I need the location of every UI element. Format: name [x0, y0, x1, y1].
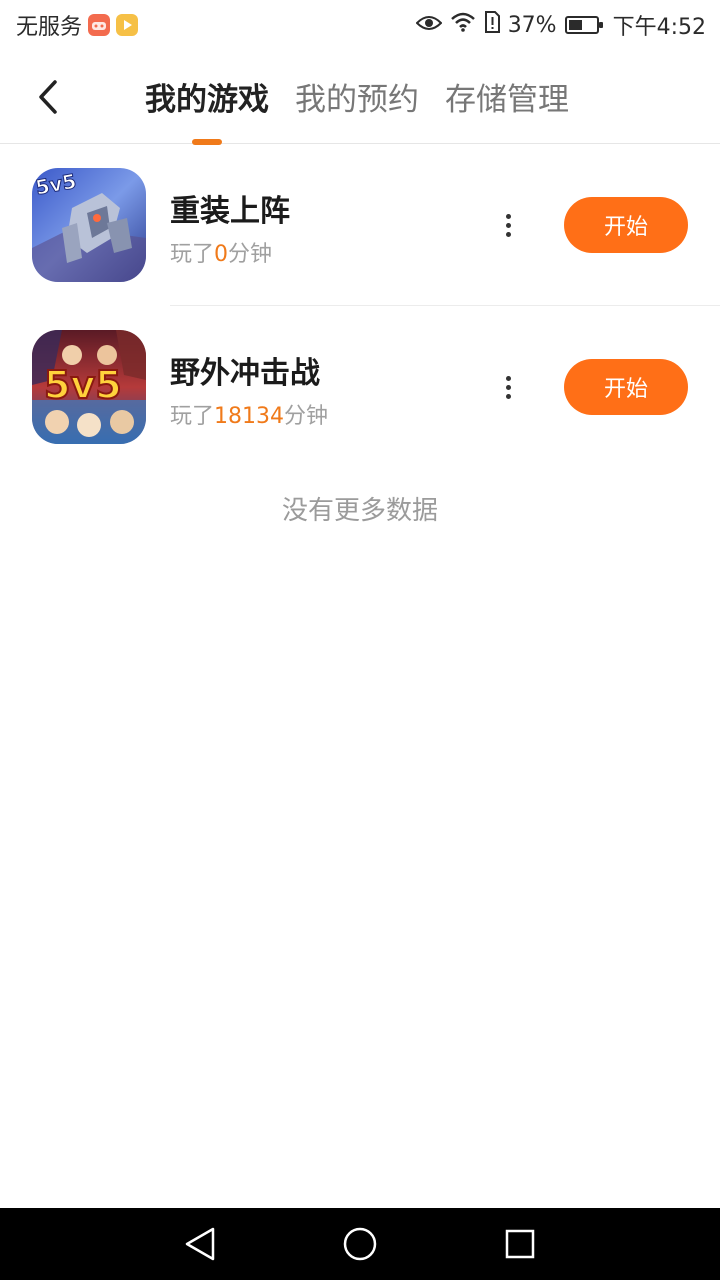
- status-bar: 无服务 37% 下午4:52: [0, 0, 720, 50]
- system-navigation-bar: [0, 1208, 720, 1280]
- triangle-back-icon: [185, 1227, 215, 1261]
- nav-back-button[interactable]: [178, 1222, 222, 1266]
- heroes-5v5-icon[interactable]: 5v5: [32, 330, 146, 444]
- tab-my-reservations[interactable]: 我的预约: [295, 74, 419, 145]
- back-button[interactable]: [28, 72, 68, 122]
- start-button[interactable]: 开始: [564, 197, 688, 253]
- sim-alert-icon: [484, 11, 500, 39]
- play-time-suffix: 分钟: [284, 404, 329, 429]
- no-more-data-text: 没有更多数据: [281, 496, 438, 526]
- more-dot: [505, 213, 511, 219]
- play-time: 玩了0分钟: [170, 236, 272, 268]
- battery-icon: [564, 16, 603, 34]
- more-dot: [505, 393, 511, 399]
- play-time-prefix: 玩了: [170, 404, 215, 429]
- game-app-notification-icon: [88, 14, 111, 36]
- video-app-notification-icon: [116, 14, 139, 36]
- play-time-minutes: 18134: [214, 404, 285, 429]
- status-left: 无服务: [16, 9, 139, 41]
- game-title: 野外冲击战: [170, 356, 320, 391]
- top-navigation-bar: 我的游戏 我的预约 存储管理: [0, 50, 720, 145]
- more-options-button[interactable]: [497, 364, 519, 410]
- more-dot: [505, 231, 511, 237]
- wifi-icon: [450, 11, 476, 39]
- more-dot: [505, 375, 511, 381]
- tab-label: 存储管理: [445, 82, 569, 118]
- tab-label: 我的游戏: [145, 82, 269, 118]
- status-right: 37% 下午4:52: [415, 9, 706, 41]
- tab-my-games[interactable]: 我的游戏: [145, 74, 269, 145]
- list-item[interactable]: 5v5 野外冲击战 玩了18134分钟 开始: [0, 306, 720, 468]
- circle-home-icon: [343, 1227, 377, 1261]
- eye-comfort-icon: [415, 13, 443, 38]
- more-dot: [505, 384, 511, 390]
- more-options-button[interactable]: [497, 202, 519, 248]
- list-item[interactable]: 5v5 重装上阵 玩了0分钟 开始: [0, 144, 720, 306]
- clock-time: 下午4:52: [612, 15, 706, 40]
- play-time-minutes: 0: [214, 242, 229, 267]
- battery-percent: 37%: [507, 12, 557, 38]
- chevron-left-icon: [39, 80, 57, 114]
- play-time-suffix: 分钟: [228, 242, 273, 267]
- tab-label: 我的预约: [295, 82, 419, 118]
- tab-bar: 我的游戏 我的预约 存储管理: [145, 74, 569, 145]
- tab-storage-management[interactable]: 存储管理: [445, 74, 569, 145]
- mech-robot-5v5-icon[interactable]: 5v5: [32, 168, 146, 282]
- carrier-text: 无服务: [16, 15, 83, 40]
- nav-home-button[interactable]: [338, 1222, 382, 1266]
- square-recents-icon: [505, 1229, 535, 1259]
- play-time-prefix: 玩了: [170, 242, 215, 267]
- start-button[interactable]: 开始: [564, 359, 688, 415]
- nav-recents-button[interactable]: [498, 1222, 542, 1266]
- game-title: 重装上阵: [170, 194, 290, 229]
- more-dot: [505, 222, 511, 228]
- game-list: 5v5 重装上阵 玩了0分钟 开始 5v5 野外冲击战 玩了18134分钟 开始: [0, 144, 720, 468]
- svg-text:5v5: 5v5: [44, 363, 122, 407]
- play-time: 玩了18134分钟: [170, 398, 328, 430]
